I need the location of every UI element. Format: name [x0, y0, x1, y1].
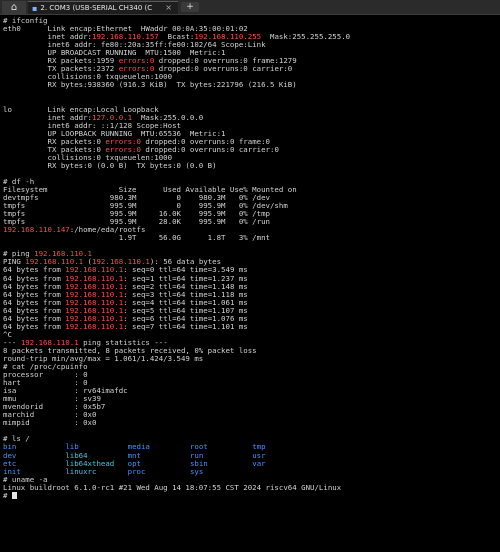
terminal-text: Linux buildroot 6.1.0-rc1 #21 Wed Aug 14…	[3, 482, 342, 492]
terminal-text: #	[3, 490, 12, 500]
terminal-line: Linux buildroot 6.1.0-rc1 #21 Wed Aug 14…	[3, 482, 497, 492]
terminal-line: RX bytes:938360 (916.3 KiB) TX bytes:221…	[3, 81, 497, 89]
terminal-output[interactable]: # ifconfig eth0 Link encap:Ethernet HWadd…	[3, 17, 497, 550]
highlighted-text: proc	[127, 466, 146, 476]
home-tab[interactable]: ⌂	[2, 1, 26, 14]
terminal-text: mimpid : 0x0	[3, 418, 97, 428]
terminal-line: RX bytes:0 (0.0 B) TX bytes:0 (0.0 B)	[3, 160, 497, 170]
new-tab-button[interactable]: +	[181, 2, 199, 12]
highlighted-text: var	[252, 458, 266, 468]
tab-com3[interactable]: ▪ 2. COM3 (USB-SERIAL CH340 (C ×	[28, 1, 178, 14]
home-icon: ⌂	[10, 2, 18, 13]
tab-bar: ⌂ ▪ 2. COM3 (USB-SERIAL CH340 (C × +	[0, 0, 500, 15]
terminal-text: RX bytes:0 (0.0 B) TX bytes:0 (0.0 B)	[3, 160, 217, 170]
terminal-text: 1.9T 56.0G 1.8T 3% /mnt	[3, 233, 270, 243]
terminal-line: 64 bytes from 192.168.110.1: seq=7 ttl=6…	[3, 321, 497, 331]
terminal-line: mimpid : 0x0	[3, 419, 497, 427]
terminal-line: 1.9T 56.0G 1.8T 3% /mnt	[3, 234, 497, 242]
highlighted-text: 192.168.110.1	[65, 321, 124, 331]
serial-port-icon: ▪	[32, 3, 38, 13]
tab-label: 2. COM3 (USB-SERIAL CH340 (C	[40, 4, 153, 12]
close-icon[interactable]: ×	[165, 3, 172, 12]
highlighted-text: linuxrc	[65, 466, 97, 476]
highlighted-text: sys	[189, 466, 204, 476]
terminal-line: init linuxrc proc sys	[3, 466, 497, 476]
terminal-cursor	[11, 491, 17, 499]
terminal-text: 64 bytes from	[3, 321, 66, 331]
terminal-text: RX bytes:938360 (916.3 KiB) TX bytes:221…	[3, 80, 297, 90]
terminal-text: : seq=7 ttl=64 time=1.101 ms	[123, 321, 248, 331]
terminal-line: #	[3, 490, 497, 500]
terminal-text: Mask:255.255.255.0	[261, 32, 351, 42]
